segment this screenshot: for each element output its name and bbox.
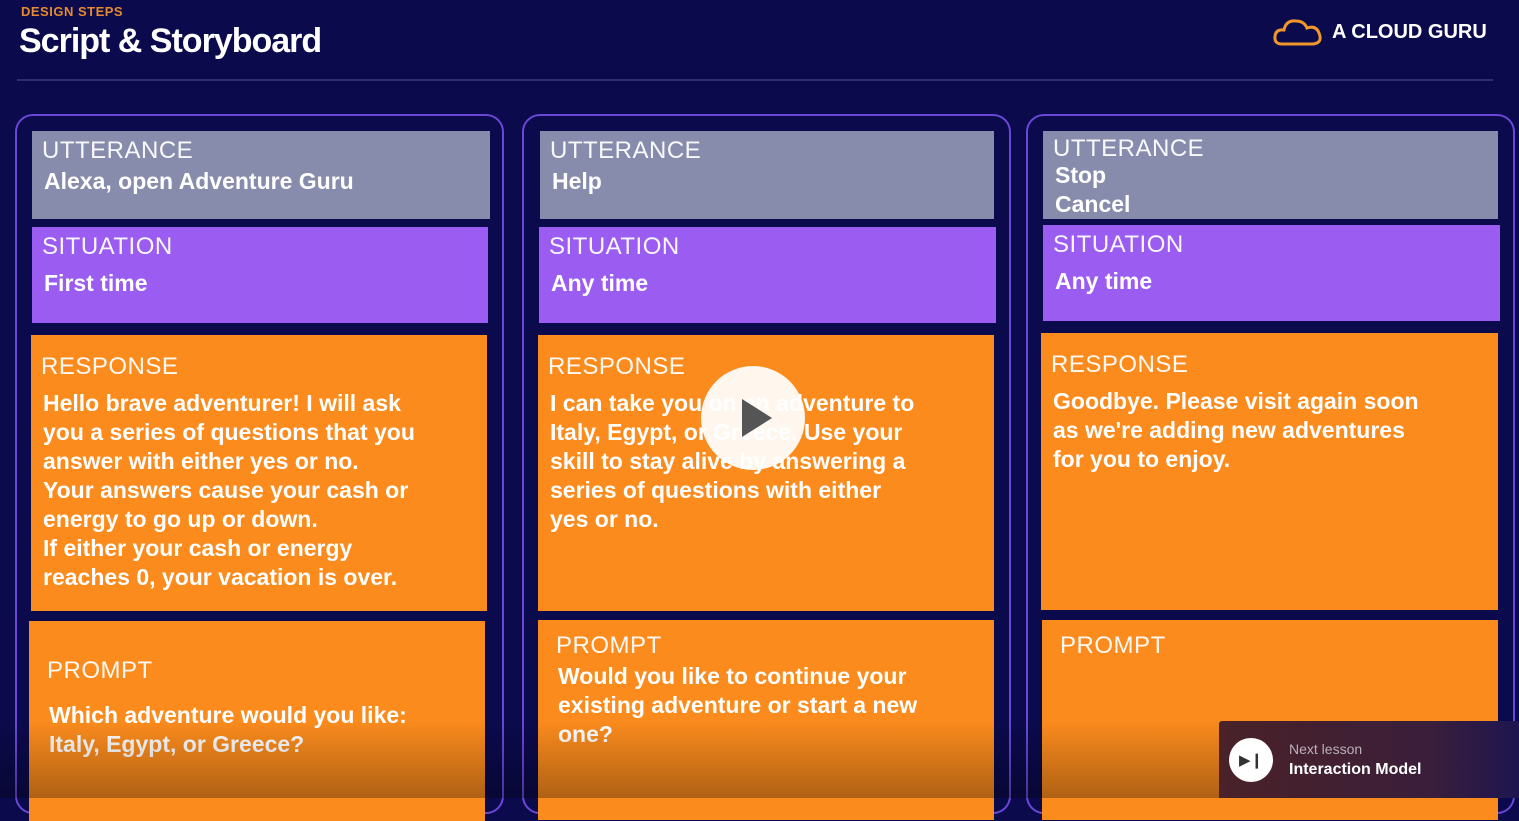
divider: [17, 79, 1493, 81]
utterance-card: UTTERANCE Alexa, open Adventure Guru: [32, 131, 490, 219]
logo: A CLOUD GURU: [1272, 16, 1487, 48]
utterance-label: UTTERANCE: [550, 137, 702, 164]
situation-label: SITUATION: [549, 233, 680, 260]
next-lesson-card[interactable]: ▶❙ Next lesson Interaction Model: [1219, 721, 1519, 798]
situation-text: Any time: [551, 270, 649, 296]
situation-card: SITUATION Any time: [1043, 225, 1500, 321]
response-card: RESPONSE Goodbye. Please visit again soon…: [1041, 333, 1498, 610]
response-label: RESPONSE: [41, 353, 179, 380]
prompt-label: PROMPT: [47, 657, 153, 684]
next-lesson-title: Interaction Model: [1289, 760, 1422, 778]
cloud-icon: [1273, 19, 1322, 46]
response-text: Hello brave adventurer! I will ask you a…: [43, 390, 415, 590]
response-text: Goodbye. Please visit again soon as we'r…: [1053, 388, 1419, 472]
skip-next-icon[interactable]: ▶❙: [1229, 737, 1273, 782]
utterance-text: Stop Cancel: [1055, 162, 1131, 217]
prompt-label: PROMPT: [1060, 632, 1166, 659]
page-title: Script & Storyboard: [19, 22, 322, 60]
situation-text: Any time: [1055, 268, 1153, 294]
prompt-card: PROMPT Would you like to continue your ex…: [538, 620, 994, 820]
situation-text: First time: [44, 270, 148, 296]
prompt-text: Which adventure would you like: Italy, E…: [49, 702, 407, 757]
situation-card: SITUATION First time: [32, 227, 488, 323]
logo-text: A CLOUD GURU: [1332, 20, 1487, 43]
next-lesson-label: Next lesson: [1289, 740, 1363, 757]
situation-card: SITUATION Any time: [539, 227, 996, 323]
utterance-card: UTTERANCE Stop Cancel: [1043, 131, 1498, 219]
utterance-text: Help: [552, 168, 602, 194]
prompt-card: PROMPT Which adventure would you like: It…: [29, 621, 485, 821]
utterance-card: UTTERANCE Help: [540, 131, 994, 219]
prompt-text: Would you like to continue your existing…: [558, 663, 918, 747]
situation-label: SITUATION: [42, 233, 173, 260]
prompt-label: PROMPT: [556, 632, 662, 659]
situation-label: SITUATION: [1053, 231, 1184, 258]
utterance-text: Alexa, open Adventure Guru: [44, 168, 354, 194]
utterance-label: UTTERANCE: [42, 137, 194, 164]
utterance-label: UTTERANCE: [1053, 135, 1205, 162]
section-eyebrow: DESIGN STEPS: [21, 4, 124, 19]
response-card: RESPONSE Hello brave adventurer! I will a…: [31, 335, 487, 611]
response-label: RESPONSE: [1051, 351, 1189, 378]
play-button[interactable]: [701, 366, 805, 470]
